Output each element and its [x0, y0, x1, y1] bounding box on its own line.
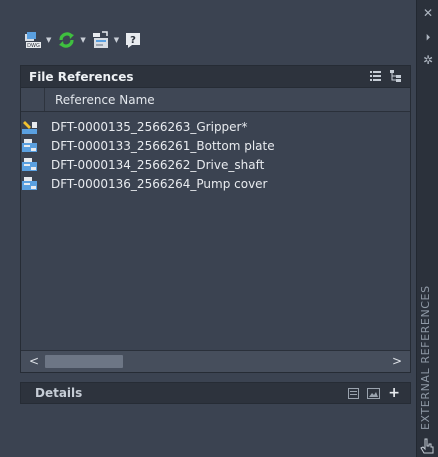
help-tool[interactable]: ? [125, 32, 141, 49]
hand-cursor-icon [420, 438, 434, 454]
toolbar: DWG ▼ ▼ ▼ ? [24, 29, 141, 51]
column-gutter [21, 88, 45, 111]
properties-button[interactable]: ✲ [421, 53, 435, 67]
reference-name: DFT-0000134_2566262_Drive_shaft [51, 157, 265, 172]
file-references-header[interactable]: File References [21, 66, 410, 88]
scroll-right-button[interactable]: > [390, 354, 404, 368]
refresh-dropdown-arrow[interactable]: ▼ [80, 36, 85, 44]
refresh-icon[interactable] [57, 31, 76, 49]
list-view-icon[interactable] [370, 70, 382, 81]
attach-dwg-tool[interactable]: DWG ▼ [24, 31, 51, 49]
drawing-xref-icon [22, 157, 38, 172]
close-button[interactable]: ✕ [421, 6, 435, 20]
refresh-tool[interactable]: ▼ [57, 31, 86, 49]
svg-text:DWG: DWG [27, 43, 40, 49]
palette-vertical-title: EXTERNAL REFERENCES [419, 285, 432, 430]
change-path-tool[interactable]: ▼ [92, 31, 119, 49]
drawing-xref-icon [22, 176, 38, 191]
reference-list: DFT-0000135_2566263_Gripper* DFT-0000133… [21, 112, 410, 350]
column-header-row: Reference Name [21, 88, 410, 112]
scrollbar-thumb[interactable] [45, 355, 123, 368]
autohide-button[interactable]: ⏵ [421, 31, 435, 45]
expand-details-button[interactable]: + [388, 386, 400, 400]
list-item[interactable]: DFT-0000136_2566264_Pump cover [21, 175, 410, 192]
palette-titlebar: ✕ ⏵ ✲ EXTERNAL REFERENCES [416, 0, 438, 457]
preview-icon[interactable] [367, 387, 381, 399]
attach-dwg-icon[interactable]: DWG [24, 31, 42, 49]
reference-name: DFT-0000133_2566261_Bottom plate [51, 138, 275, 153]
attach-dropdown-arrow[interactable]: ▼ [46, 36, 51, 44]
tree-view-icon[interactable] [390, 70, 402, 82]
file-references-title: File References [29, 69, 134, 84]
reference-name-column-header[interactable]: Reference Name [45, 93, 155, 107]
drawing-xref-icon [22, 138, 38, 153]
details-view-icon[interactable] [348, 387, 360, 399]
reference-name: DFT-0000136_2566264_Pump cover [51, 176, 268, 191]
details-panel-header[interactable]: Details + [20, 382, 411, 404]
external-references-palette: DWG ▼ ▼ ▼ ? File References Reference Na… [0, 0, 416, 457]
details-title: Details [35, 386, 83, 400]
help-icon[interactable]: ? [125, 32, 141, 49]
drawing-current-icon [22, 120, 38, 134]
list-item[interactable]: DFT-0000133_2566261_Bottom plate [21, 137, 410, 154]
change-path-icon[interactable] [92, 31, 110, 49]
svg-text:?: ? [130, 35, 136, 46]
scroll-left-button[interactable]: < [27, 354, 41, 368]
list-item[interactable]: DFT-0000135_2566263_Gripper* [21, 118, 410, 135]
file-references-panel: File References Reference Name DFT-00001… [20, 65, 411, 373]
reference-name: DFT-0000135_2566263_Gripper* [51, 119, 248, 134]
change-path-dropdown-arrow[interactable]: ▼ [114, 36, 119, 44]
list-item[interactable]: DFT-0000134_2566262_Drive_shaft [21, 156, 410, 173]
horizontal-scrollbar[interactable]: < > [21, 350, 410, 372]
